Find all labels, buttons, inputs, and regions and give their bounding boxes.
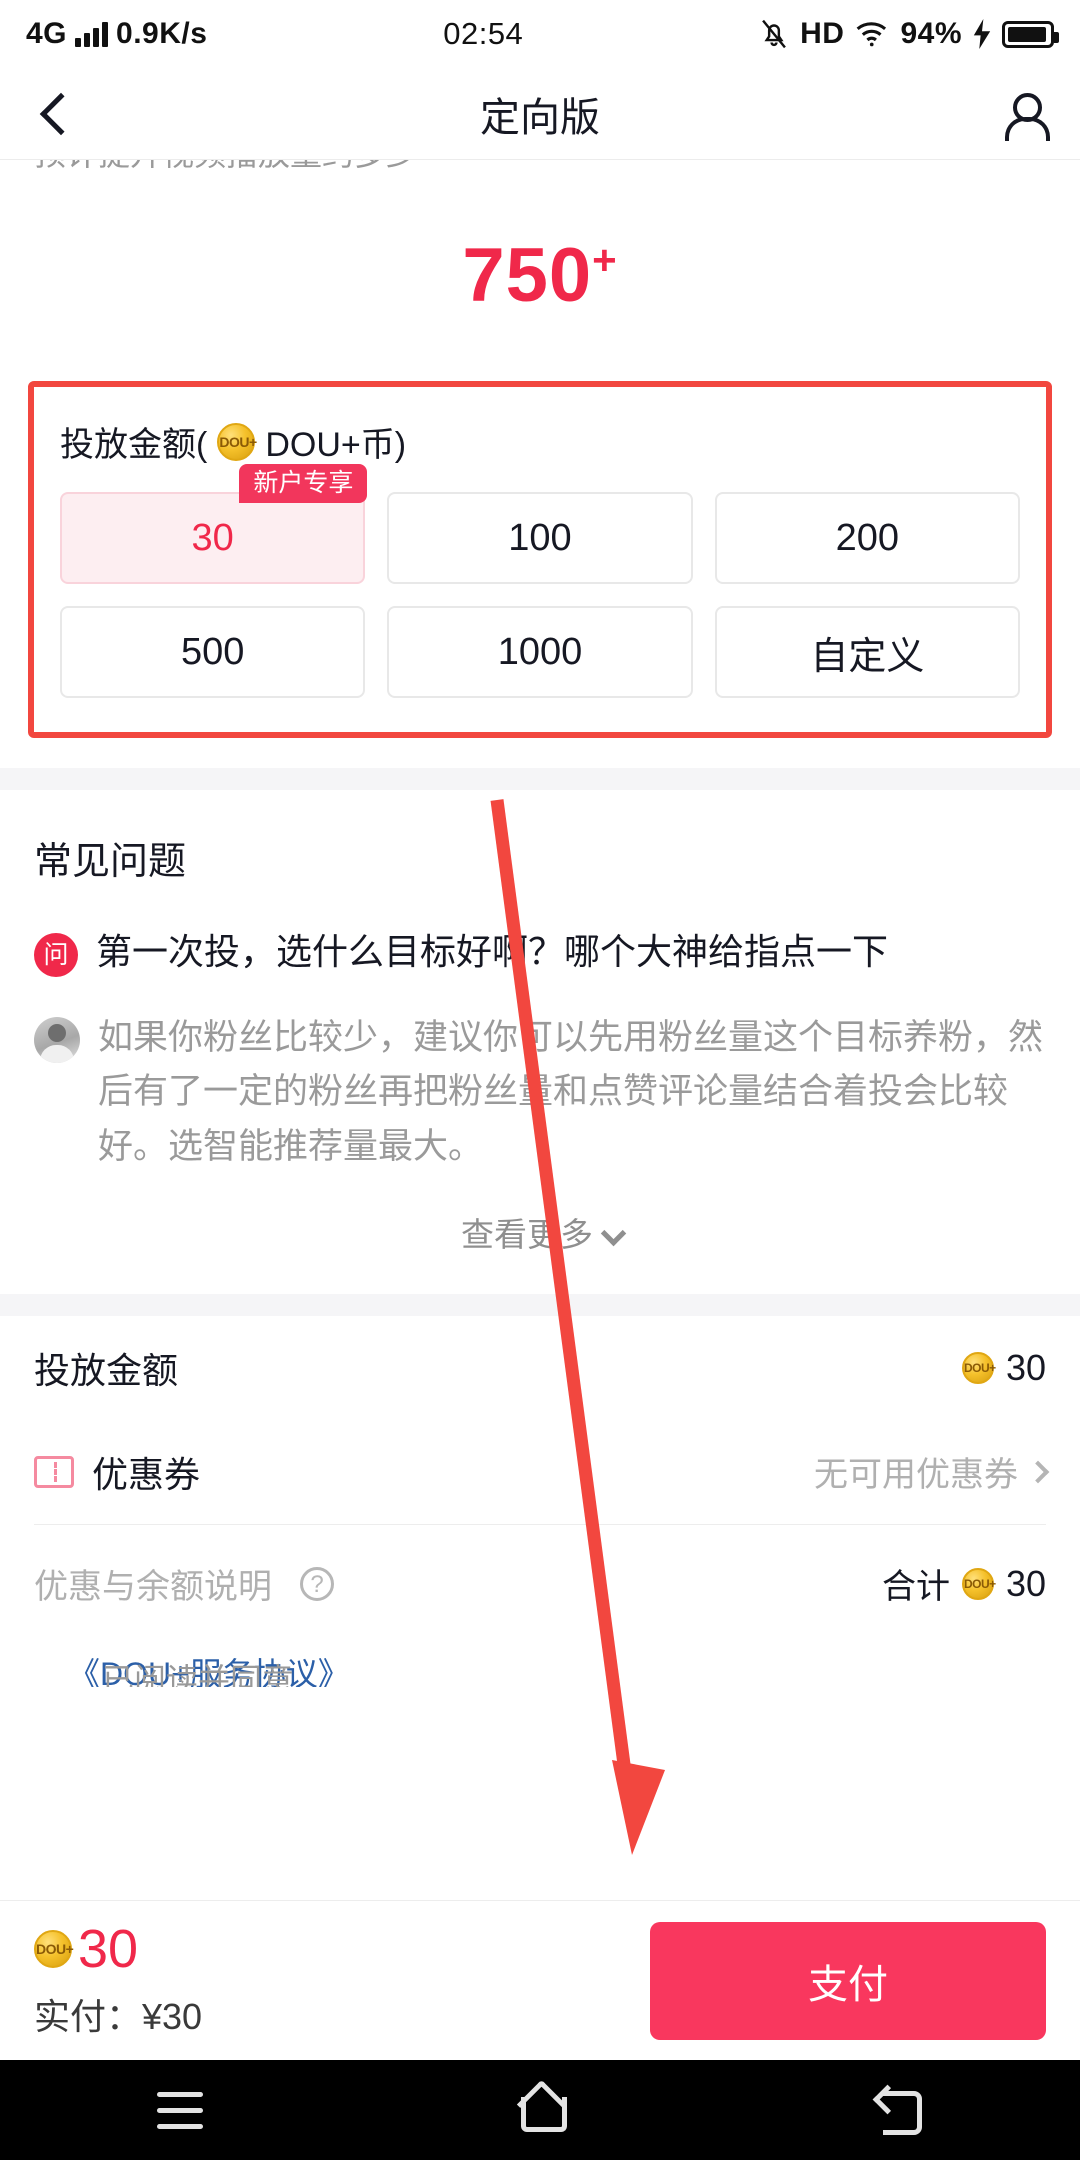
- estimate-plus: +: [592, 236, 618, 284]
- amount-option-label: 自定义: [810, 635, 925, 678]
- mute-bell-icon: [762, 19, 786, 49]
- view-more-label: 查看更多: [461, 1215, 593, 1253]
- status-left: 4G 0.9K/s: [26, 17, 207, 51]
- amount-option-label: 200: [835, 516, 900, 559]
- recents-icon[interactable]: [151, 2081, 209, 2139]
- amount-option-100[interactable]: 100: [387, 492, 693, 584]
- balance-note-label: 优惠与余额说明: [34, 1568, 272, 1607]
- amount-option-label: 1000: [497, 630, 583, 673]
- amount-option-label: 500: [180, 630, 245, 673]
- charging-bolt-icon: [973, 19, 991, 49]
- amount-options-grid: 新户专享 30 100 200 500 1000 自定义: [60, 464, 1020, 698]
- amount-option-200[interactable]: 200: [714, 492, 1020, 584]
- order-summary: 投放金额 DOU+ 30 优惠券 无可用优惠券 优惠与余额说明 ? 合计 DOU…: [0, 1315, 1080, 1687]
- amount-label-prefix: 投放金额(: [60, 426, 208, 464]
- section-divider-2: [0, 1293, 1080, 1316]
- agreement-row[interactable]: 已阅读并同意 《DOU+服务协议》: [34, 1643, 1046, 1687]
- dou-coin-icon: DOU+: [217, 422, 257, 461]
- faq-answer-text: 如果你粉丝比较少，建议你可以先用粉丝量这个目标养粉，然后有了一定的粉丝再把粉丝量…: [98, 1018, 1044, 1166]
- wifi-icon: [857, 22, 887, 47]
- avatar: [34, 1017, 80, 1063]
- summary-row-coupon[interactable]: 优惠券 无可用优惠券: [34, 1420, 1050, 1524]
- amount-section-label: 投放金额( DOU+ DOU+币): [60, 417, 1020, 466]
- help-question-icon[interactable]: ?: [300, 1566, 334, 1601]
- status-right: HD 94%: [759, 17, 1059, 51]
- summary-amount-value-wrap: DOU+ 30: [961, 1346, 1046, 1389]
- status-bar: 4G 0.9K/s 02:54 HD 94%: [0, 0, 1080, 68]
- clock-label: 02:54: [443, 16, 524, 51]
- amount-label-suffix: DOU+币): [265, 426, 407, 464]
- faq-question-text: 第一次投，选什么目标好啊？哪个大神给指点一下: [96, 931, 889, 972]
- total-label: 合计: [881, 1568, 950, 1607]
- view-more-button[interactable]: 查看更多: [34, 1174, 1046, 1284]
- balance-note-wrap[interactable]: 优惠与余额说明 ?: [34, 1559, 334, 1608]
- faq-question-row[interactable]: 问 第一次投，选什么目标好啊？哪个大神给指点一下: [34, 929, 1046, 977]
- coupon-label: 优惠券: [92, 1453, 201, 1495]
- payment-amount-block: DOU+ 30 实付：¥30: [34, 1922, 202, 2040]
- agreement-prefix: 已阅读并同意: [102, 1661, 295, 1687]
- dou-coin-icon: DOU+: [961, 1351, 996, 1384]
- amount-option-label: 100: [508, 516, 572, 559]
- coupon-value: 无可用优惠券: [814, 1456, 1018, 1495]
- hd-label: HD: [800, 17, 845, 50]
- amount-option-500[interactable]: 500: [60, 606, 366, 698]
- coupon-value-wrap: 无可用优惠券: [814, 1447, 1050, 1496]
- battery-icon: [1002, 20, 1059, 48]
- page-title: 定向版: [480, 95, 600, 140]
- network-type-label: 4G: [26, 17, 68, 50]
- summary-row-total: 优惠与余额说明 ? 合计 DOU+ 30: [34, 1525, 1046, 1643]
- dou-coin-icon: DOU+: [34, 1929, 74, 1968]
- question-badge-icon: 问: [34, 933, 78, 977]
- profile-icon[interactable]: [1000, 91, 1050, 141]
- android-navigation-bar: [0, 2060, 1080, 2160]
- payment-coin-amount: 30: [78, 1918, 139, 1979]
- amount-option-label: 30: [191, 516, 234, 559]
- battery-percent-label: 94%: [900, 17, 962, 50]
- total-wrap: 合计 DOU+ 30: [882, 1559, 1046, 1608]
- summary-amount-value: 30: [1005, 1346, 1046, 1388]
- scroll-content: 预计提升视频播放量约多少 750+ 投放金额( DOU+ DOU+币) 新户专享…: [0, 160, 1080, 1687]
- payment-coin-row: DOU+ 30: [34, 1922, 202, 1976]
- estimate-block: 750+: [0, 196, 1080, 381]
- estimate-hint-label: 预计提升视频播放量约多少: [34, 160, 418, 172]
- estimate-value: 750+: [0, 232, 1080, 319]
- back-icon[interactable]: [871, 2081, 929, 2139]
- faq-answer-row: 如果你粉丝比较少，建议你可以先用粉丝量这个目标养粉，然后有了一定的粉丝再把粉丝量…: [34, 1011, 1046, 1174]
- estimate-number: 750: [462, 233, 593, 318]
- summary-amount-label: 投放金额: [34, 1349, 179, 1391]
- new-user-badge: 新户专享: [239, 464, 368, 503]
- signal-bars-icon: [75, 21, 109, 47]
- coupon-icon: [34, 1455, 74, 1488]
- amount-section: 投放金额( DOU+ DOU+币) 新户专享 30 100 200 500 10…: [28, 381, 1052, 738]
- faq-title: 常见问题: [34, 841, 187, 883]
- chevron-right-icon: [1026, 1460, 1050, 1484]
- amount-option-custom[interactable]: 自定义: [714, 606, 1020, 698]
- amount-section-wrap: 投放金额( DOU+ DOU+币) 新户专享 30 100 200 500 10…: [0, 381, 1080, 738]
- coupon-label-wrap: 优惠券: [34, 1446, 200, 1498]
- actual-pay-label: 实付：¥30: [34, 1995, 203, 2037]
- back-button[interactable]: [34, 94, 74, 134]
- pay-button[interactable]: 支付: [650, 1921, 1046, 2040]
- summary-row-amount: 投放金额 DOU+ 30: [34, 1316, 1046, 1420]
- payment-bar: DOU+ 30 实付：¥30 支付: [0, 1900, 1080, 2060]
- faq-section: 常见问题 问 第一次投，选什么目标好啊？哪个大神给指点一下 如果你粉丝比较少，建…: [0, 790, 1080, 1294]
- agreement-text: 已阅读并同意 《DOU+服务协议》: [68, 1649, 350, 1687]
- section-divider: [0, 768, 1080, 790]
- amount-option-30[interactable]: 新户专享 30: [60, 464, 368, 584]
- app-header: 定向版: [0, 68, 1080, 160]
- amount-option-1000[interactable]: 1000: [387, 606, 693, 698]
- chevron-down-icon: [600, 1220, 627, 1246]
- estimate-hint-clipped: 预计提升视频播放量约多少: [0, 160, 1080, 196]
- dou-coin-icon: DOU+: [961, 1567, 996, 1600]
- network-speed-label: 0.9K/s: [116, 17, 208, 50]
- total-value: 30: [1005, 1562, 1046, 1604]
- home-icon[interactable]: [511, 2081, 569, 2139]
